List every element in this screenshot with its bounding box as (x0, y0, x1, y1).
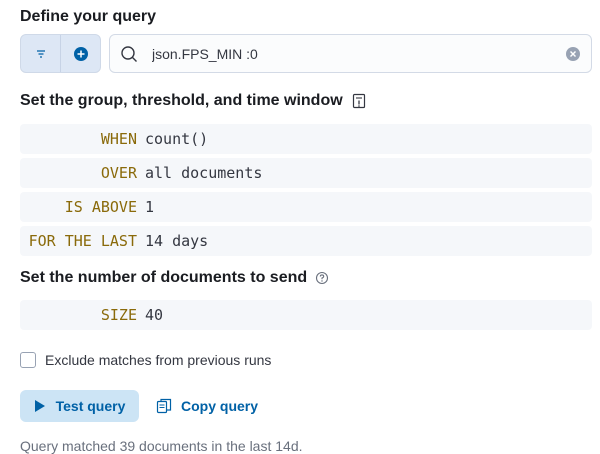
test-query-button[interactable]: Test query (20, 390, 139, 422)
query-search-box (109, 34, 592, 73)
action-row: Test query Copy query (20, 390, 258, 422)
copy-query-label: Copy query (181, 398, 259, 414)
threshold-expression[interactable]: IS ABOVE 1 (20, 192, 592, 222)
time-window-value: 14 days (145, 232, 209, 250)
threshold-keyword: IS ABOVE (64, 198, 137, 216)
time-window-expression[interactable]: FOR THE LAST 14 days (20, 226, 592, 256)
threshold-value: 1 (145, 198, 155, 216)
docs-section-title: Set the number of documents to send (20, 269, 329, 287)
size-value: 40 (145, 306, 164, 324)
time-window-keyword: FOR THE LAST (28, 232, 137, 250)
docs-section-title-text: Set the number of documents to send (20, 269, 308, 286)
query-row (20, 34, 592, 73)
search-icon (120, 45, 140, 63)
filter-icon (36, 49, 45, 58)
when-expression[interactable]: WHEN count() (20, 124, 592, 154)
over-expression[interactable]: OVER all documents (20, 158, 592, 188)
plus-circle-icon (73, 46, 88, 61)
add-filter-button[interactable] (60, 35, 100, 72)
query-search-input[interactable] (150, 44, 565, 63)
copy-query-button[interactable]: Copy query (156, 390, 258, 422)
exclude-matches-row: Exclude matches from previous runs (20, 352, 271, 368)
size-expression[interactable]: SIZE 40 (20, 300, 592, 330)
exclude-matches-checkbox[interactable] (20, 352, 36, 368)
help-icon[interactable] (315, 271, 329, 285)
group-section-title-text: Set the group, threshold, and time windo… (20, 92, 343, 109)
when-keyword: WHEN (100, 130, 137, 148)
group-section-title: Set the group, threshold, and time windo… (20, 92, 367, 110)
filter-button[interactable] (21, 35, 60, 72)
exclude-matches-label[interactable]: Exclude matches from previous runs (45, 352, 271, 368)
copy-icon (156, 398, 172, 414)
clear-icon[interactable] (565, 46, 581, 62)
when-value: count() (145, 130, 209, 148)
define-query-title: Define your query (20, 8, 156, 26)
query-button-group (20, 34, 101, 73)
define-query-title-text: Define your query (20, 8, 157, 25)
play-icon (34, 400, 45, 412)
docs-icon[interactable] (351, 93, 367, 109)
over-value: all documents (145, 164, 263, 182)
size-keyword: SIZE (100, 306, 137, 324)
over-keyword: OVER (100, 164, 137, 182)
test-query-label: Test query (55, 398, 126, 414)
